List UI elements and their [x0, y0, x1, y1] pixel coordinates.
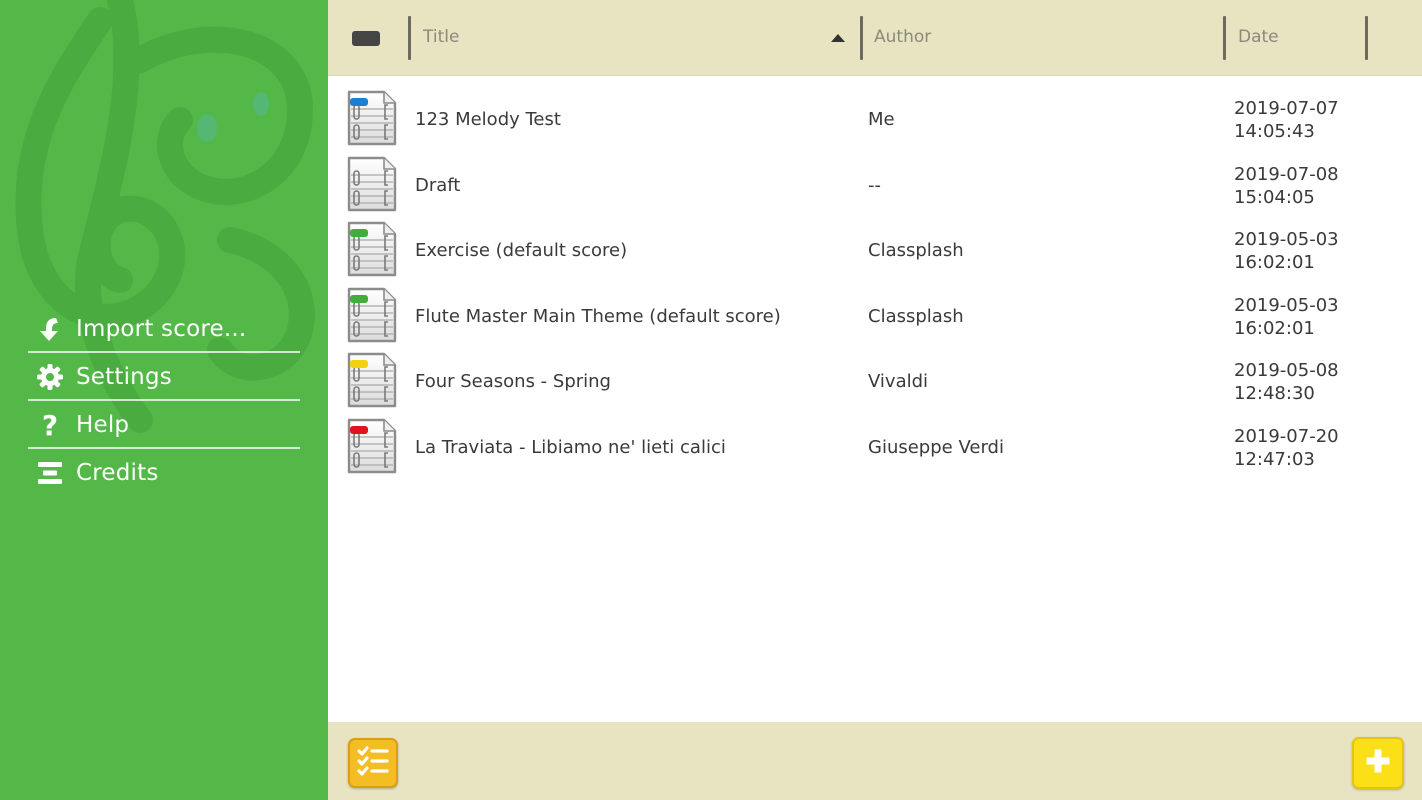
score-date: 2019-05-08 12:48:30 [1234, 359, 1339, 405]
sidebar-item-credits[interactable]: Credits [28, 449, 300, 497]
score-date-time: 15:04:05 [1234, 186, 1315, 208]
score-file-icon [347, 287, 397, 342]
sidebar-item-label: Credits [76, 460, 159, 486]
score-file-icon [347, 353, 397, 408]
score-row[interactable]: 123 Melody Test Me 2019-07-07 14:05:43 [328, 77, 1422, 146]
sidebar-item-help[interactable]: ? Help [28, 401, 300, 449]
score-list: 123 Melody Test Me 2019-07-07 14:05:43 D… [328, 77, 1422, 722]
score-author: Classplash [868, 305, 964, 327]
score-date-day: 2019-07-20 [1234, 426, 1339, 447]
score-date: 2019-05-03 16:02:01 [1234, 228, 1339, 274]
score-date-time: 16:02:01 [1234, 252, 1315, 274]
import-arrow-icon [30, 314, 70, 344]
score-title: Exercise (default score) [415, 240, 628, 262]
score-title: 123 Melody Test [415, 109, 561, 130]
score-file-icon [347, 156, 397, 211]
score-date-time: 14:05:43 [1234, 121, 1315, 142]
score-author: -- [868, 174, 881, 196]
score-date-day: 2019-05-03 [1234, 229, 1339, 251]
score-row[interactable]: La Traviata - Libiamo ne' lieti calici G… [328, 405, 1422, 474]
column-header-title[interactable]: Title [423, 27, 459, 47]
sidebar-item-import-score[interactable]: Import score... [28, 305, 300, 353]
svg-text:?: ? [42, 411, 58, 439]
score-row[interactable]: Draft -- 2019-07-08 15:04:05 [328, 143, 1422, 211]
sidebar-item-label: Help [76, 412, 130, 438]
score-file-icon [347, 90, 397, 146]
add-score-button[interactable] [1352, 737, 1404, 789]
column-header-bar: Title Author Date [328, 0, 1422, 76]
sidebar-menu: Import score... Settings ? Help Credits [28, 305, 300, 497]
sidebar-item-label: Import score... [76, 316, 247, 342]
score-title: Four Seasons - Spring [415, 371, 611, 393]
plus-icon [1365, 748, 1391, 778]
select-mode-button[interactable] [348, 738, 398, 788]
score-title: Draft [415, 174, 461, 196]
score-author: Vivaldi [868, 371, 929, 393]
gear-icon [30, 362, 70, 392]
score-date: 2019-07-20 12:47:03 [1234, 425, 1339, 471]
score-author: Me [868, 109, 895, 130]
column-header-author[interactable]: Author [874, 27, 931, 47]
score-date-day: 2019-05-08 [1234, 360, 1339, 382]
score-date: 2019-05-03 16:02:01 [1234, 294, 1339, 340]
score-file-icon [347, 418, 397, 474]
score-file-icon [347, 221, 397, 277]
column-header-date[interactable]: Date [1238, 27, 1279, 47]
sidebar: Import score... Settings ? Help Credits [0, 0, 328, 800]
score-date-time: 16:02:01 [1234, 317, 1315, 339]
score-date: 2019-07-07 14:05:43 [1234, 97, 1339, 143]
score-row[interactable]: Exercise (default score) Classplash 2019… [328, 208, 1422, 277]
score-title: La Traviata - Libiamo ne' lieti calici [415, 437, 726, 458]
score-author: Classplash [868, 240, 964, 262]
question-icon: ? [30, 410, 70, 440]
score-date: 2019-07-08 15:04:05 [1234, 163, 1339, 209]
score-date-time: 12:47:03 [1234, 449, 1315, 470]
score-date-day: 2019-07-08 [1234, 163, 1339, 185]
score-author: Giuseppe Verdi [868, 437, 1004, 458]
sort-ascending-icon [831, 34, 845, 42]
column-divider[interactable] [1223, 16, 1226, 60]
score-date-time: 12:48:30 [1234, 383, 1315, 405]
column-divider[interactable] [408, 16, 411, 60]
score-title: Flute Master Main Theme (default score) [415, 305, 781, 327]
score-date-day: 2019-07-07 [1234, 98, 1339, 119]
bottom-toolbar [328, 722, 1422, 800]
score-row[interactable]: Four Seasons - Spring Vivaldi 2019-05-08… [328, 339, 1422, 408]
column-divider[interactable] [860, 16, 863, 60]
credits-icon [30, 458, 70, 488]
score-date-day: 2019-05-03 [1234, 294, 1339, 316]
column-divider[interactable] [1365, 16, 1368, 60]
sidebar-item-settings[interactable]: Settings [28, 353, 300, 401]
sidebar-item-label: Settings [76, 364, 172, 390]
select-all-toggle[interactable] [352, 31, 380, 46]
score-row[interactable]: Flute Master Main Theme (default score) … [328, 274, 1422, 342]
checklist-icon [356, 745, 390, 781]
